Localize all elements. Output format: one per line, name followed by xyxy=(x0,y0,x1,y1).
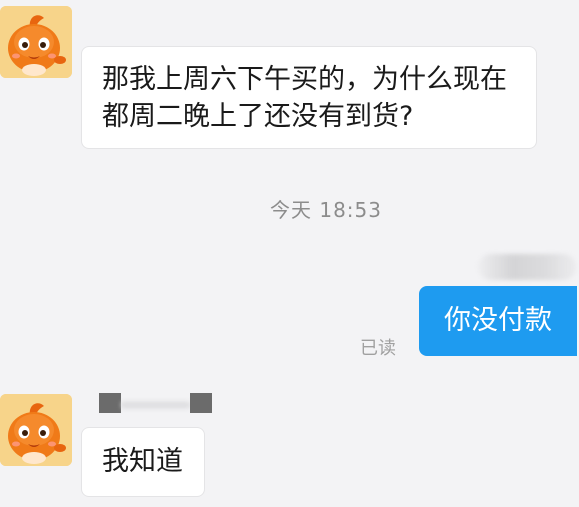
incoming-message-bubble[interactable]: 那我上周六下午买的，为什么现在 都周二晚上了还没有到货? xyxy=(81,46,537,149)
sender-avatar[interactable] xyxy=(0,394,72,466)
message-text: 我知道 xyxy=(102,446,183,477)
blurred-name-redaction xyxy=(478,254,576,280)
sender-name-mosaic xyxy=(99,393,121,413)
message-timestamp: 今天 18:53 xyxy=(270,198,382,222)
incoming-message-bubble[interactable]: 我知道 xyxy=(81,427,205,497)
sender-name-mosaic xyxy=(190,393,212,413)
orange-mascot-icon xyxy=(0,394,72,466)
message-text-line: 都周二晚上了还没有到货? xyxy=(102,101,414,132)
sender-name-blur xyxy=(121,400,190,410)
sender-avatar[interactable] xyxy=(0,6,72,78)
read-receipt: 已读 xyxy=(360,338,396,359)
orange-mascot-icon xyxy=(0,6,72,78)
message-text-line: 那我上周六下午买的，为什么现在 xyxy=(102,64,507,95)
outgoing-message-bubble[interactable]: 你没付款 xyxy=(419,286,577,356)
